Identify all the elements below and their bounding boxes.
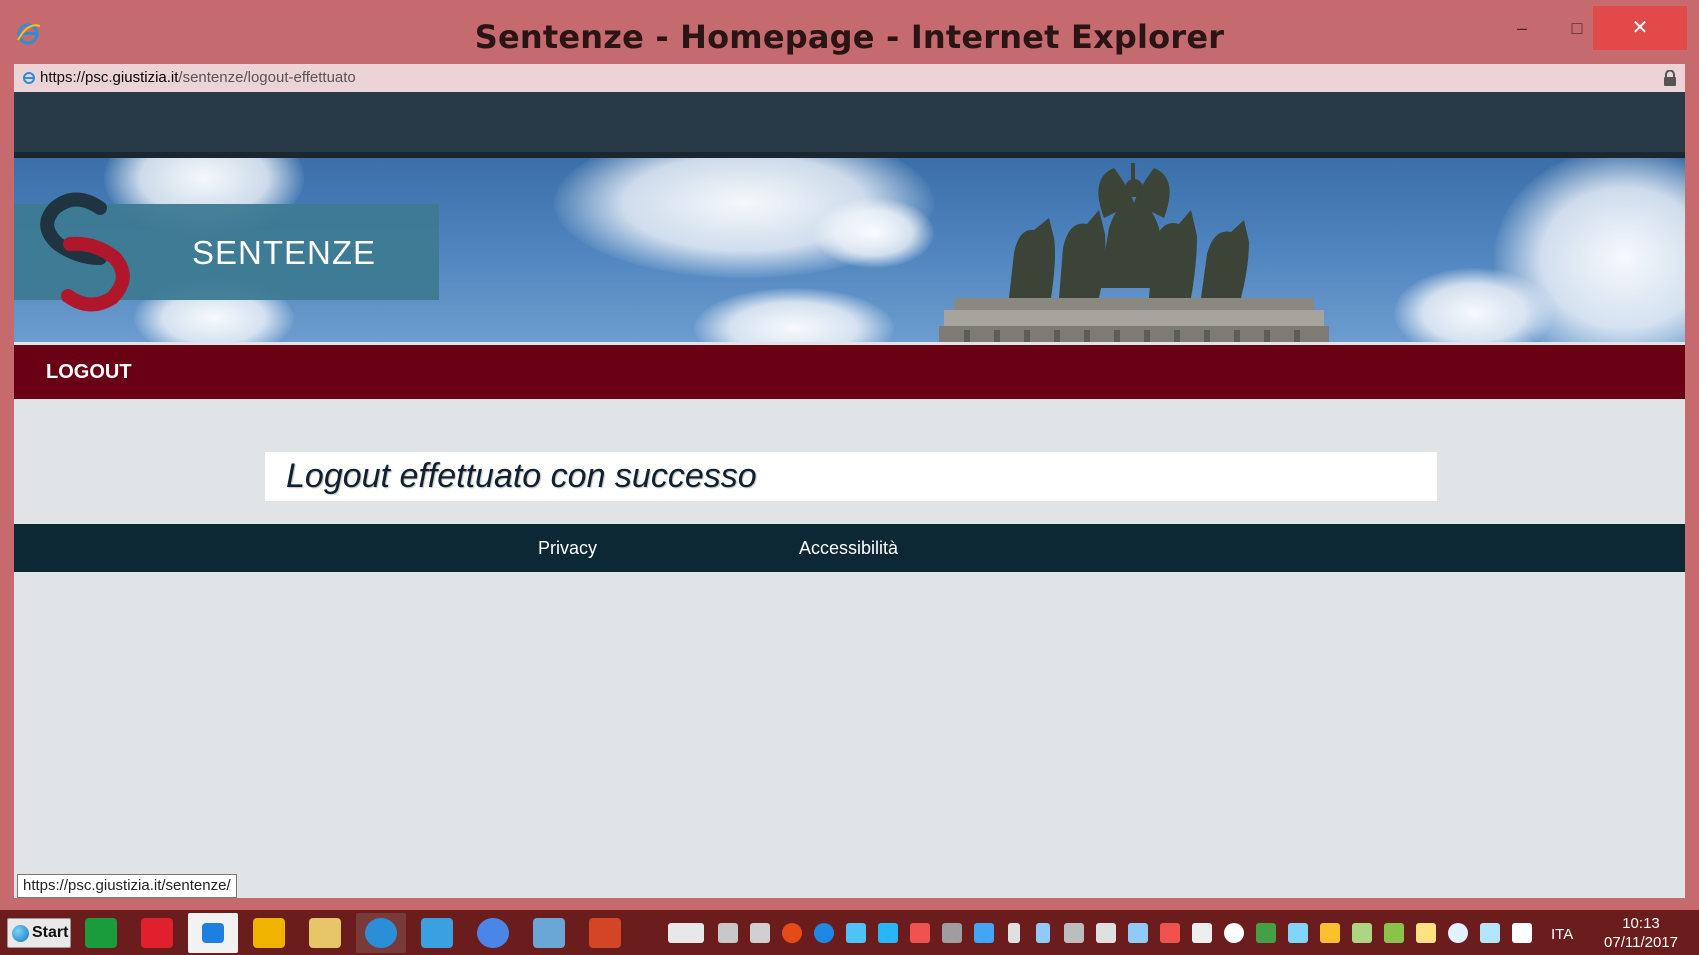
close-button[interactable]: ✕ [1593,6,1687,50]
signal-icon[interactable] [750,923,770,943]
cloud-decoration [814,198,934,268]
cloud-decoration [694,288,894,342]
keyboard-icon[interactable] [668,923,704,943]
sentenze-logo-icon[interactable] [30,186,142,316]
footer-link-accessibility[interactable]: Accessibilità [799,538,898,559]
dropbox-tray-icon[interactable] [1128,923,1148,943]
window-title: Sentenze - Homepage - Internet Explorer [474,18,1225,56]
url-path: /sentenze/logout-effettuato [178,69,356,86]
dropbox-app-icon[interactable] [188,913,238,953]
powerpoint-app-icon[interactable] [580,913,630,953]
site-top-bar [14,92,1685,152]
cloud-upload-icon[interactable] [1192,923,1212,943]
network-icon[interactable] [974,923,994,943]
clock-date: 07/11/2017 [1604,934,1678,951]
lock-icon[interactable] [1663,70,1677,86]
remote-desktop-icon[interactable] [524,913,574,953]
monitor-icon[interactable] [942,923,962,943]
shield-icon[interactable] [718,923,738,943]
flag-icon[interactable] [1512,923,1532,943]
file-explorer-icon[interactable] [300,913,350,953]
teamviewer-icon[interactable] [814,923,834,943]
display-icon[interactable] [1096,923,1116,943]
footer-link-privacy[interactable]: Privacy [538,538,597,559]
url-text[interactable]: https://psc.giustizia.it/sentenze/logout… [40,69,356,86]
title-bar[interactable]: Sentenze - Homepage - Internet Explorer … [7,6,1692,60]
quadriga-statue-image [939,163,1329,342]
status-bar-url: https://psc.giustizia.it/sentenze/ [17,874,237,898]
bluetooth-icon[interactable] [1036,923,1050,943]
url-domain: giustizia.it [112,69,179,86]
battery-icon[interactable] [1008,923,1020,943]
url-prefix: https://psc. [40,69,113,86]
green-app-icon[interactable] [1256,923,1276,943]
satellite-icon[interactable] [1288,923,1308,943]
outlook-app-icon[interactable] [244,913,294,953]
search-icon[interactable] [1448,923,1468,943]
mail-icon[interactable] [1416,923,1436,943]
internet-explorer-taskbar-icon[interactable] [356,913,406,953]
brand-title: SENTENZE [192,234,377,271]
connection-icon[interactable] [1352,923,1372,943]
site-banner: SENTENZE [14,158,1685,342]
chrome-app-icon[interactable] [468,913,518,953]
onedrive-icon[interactable] [846,923,866,943]
logout-link[interactable]: LOGOUT [46,361,132,384]
outlook-tray-icon[interactable] [1320,923,1340,943]
main-nav-bar: LOGOUT [14,345,1685,399]
app-tray-icon[interactable] [910,923,930,943]
cloud-icon[interactable] [878,923,898,943]
site-footer: Privacy Accessibilità [14,524,1685,572]
logout-success-message: Logout effettuato con successo [286,457,757,495]
camera-icon[interactable] [1224,923,1244,943]
start-label: Start [32,924,69,941]
windows-taskbar: Start ITA 10:13 07/11/2017 [0,910,1699,955]
language-indicator[interactable]: ITA [1551,926,1573,943]
message-panel: Logout effettuato con successo [265,452,1437,501]
windows-orb-icon [12,925,29,942]
page-icon [23,72,35,84]
page-viewport: SENTENZE LOGOUT Logout effettuato con su… [14,92,1685,898]
store-app-icon[interactable] [76,913,126,953]
layers-icon[interactable] [1384,923,1404,943]
hexagon-app-icon[interactable] [412,913,462,953]
clock-time: 10:13 [1622,915,1660,932]
browser-window: Sentenze - Homepage - Internet Explorer … [7,6,1692,904]
address-bar[interactable]: https://psc.giustizia.it/sentenze/logout… [14,64,1685,92]
start-button[interactable]: Start [7,918,71,948]
security-app-icon[interactable] [132,913,182,953]
speaker-icon[interactable] [1160,923,1180,943]
minimize-button[interactable]: – [1492,6,1552,50]
volume-muted-icon[interactable] [1064,923,1084,943]
system-clock[interactable]: 10:13 07/11/2017 [1596,914,1686,952]
wifi-icon[interactable] [1480,923,1500,943]
upload-icon[interactable] [782,923,802,943]
